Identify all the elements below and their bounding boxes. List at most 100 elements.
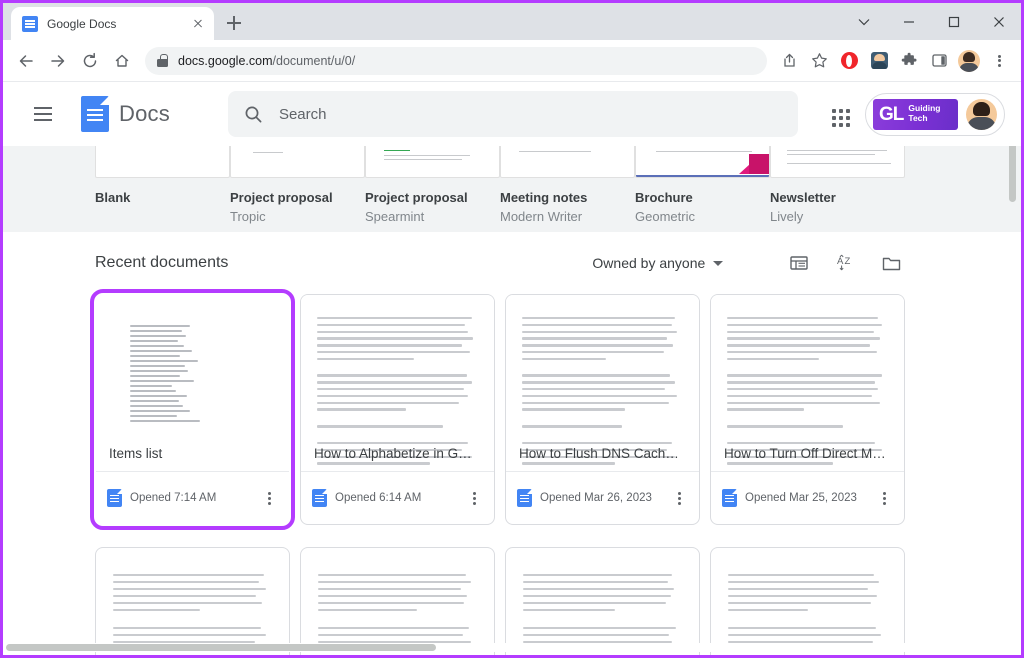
document-title: Items list	[109, 446, 163, 461]
chevron-down-icon	[713, 260, 724, 266]
document-card[interactable]: How to Alphabetize in Go… Opened 6:14 AM	[300, 294, 495, 525]
guiding-tech-mark: GL	[879, 103, 904, 125]
chevron-down-icon[interactable]	[841, 3, 886, 40]
guiding-tech-logo: GL Guiding Tech	[873, 98, 958, 130]
template-card-brochure[interactable]: Brochure Geometric	[635, 146, 770, 232]
document-title: How to Alphabetize in Go…	[314, 446, 476, 461]
document-title: How to Flush DNS Cache …	[519, 446, 681, 461]
header-right-group: GL Guiding Tech	[817, 92, 1005, 136]
template-thumbnail[interactable]	[770, 146, 905, 178]
template-card-meeting-notes[interactable]: Meeting notes Modern Writer	[500, 146, 635, 232]
browser-toolbar: docs.google.com/document/u/0/	[3, 40, 1021, 82]
template-sub: Geometric	[635, 209, 695, 224]
forward-arrow-icon[interactable]	[43, 46, 73, 76]
document-opened-time: Opened 7:14 AM	[130, 492, 217, 504]
document-card[interactable]: How to Turn Off Direct M… Opened Mar 25,…	[710, 294, 905, 525]
recent-toolbar: Recent documents Owned by anyone AZ	[95, 232, 1021, 294]
close-window-icon[interactable]	[976, 3, 1021, 40]
document-more-actions-icon[interactable]	[260, 489, 278, 507]
template-name: Meeting notes	[500, 190, 588, 205]
search-input[interactable]: Search	[279, 106, 327, 123]
template-card-project-proposal-spearmint[interactable]: Project proposal Spearmint	[365, 146, 500, 232]
document-card[interactable]	[300, 547, 495, 655]
document-card[interactable]	[505, 547, 700, 655]
google-apps-grid-icon[interactable]	[817, 94, 857, 134]
template-sub: Tropic	[230, 209, 266, 224]
brand-line-2: Tech	[908, 113, 928, 123]
document-meta: Items list Opened 7:14 AM	[96, 446, 289, 524]
new-tab-button[interactable]	[220, 9, 248, 37]
document-more-actions-icon[interactable]	[670, 489, 688, 507]
template-thumbnail[interactable]	[230, 146, 365, 178]
brochure-baseline	[636, 175, 769, 177]
document-meta: How to Flush DNS Cache … Opened Mar 26, …	[506, 446, 699, 524]
docs-file-icon	[107, 489, 122, 507]
svg-text:Z: Z	[844, 256, 850, 267]
template-thumbnail[interactable]	[95, 146, 230, 178]
minimize-icon[interactable]	[886, 3, 931, 40]
template-thumbnail[interactable]	[635, 146, 770, 178]
template-card-blank[interactable]: Blank	[95, 146, 230, 232]
template-name: Project proposal	[365, 190, 468, 205]
template-sub: Lively	[770, 209, 804, 224]
account-avatar[interactable]	[966, 98, 997, 130]
brochure-shape-square	[749, 154, 769, 174]
horizontal-scrollbar-thumb[interactable]	[6, 644, 436, 651]
bookmark-star-icon[interactable]	[805, 47, 833, 75]
lock-icon	[157, 54, 168, 67]
main-menu-icon[interactable]	[23, 94, 63, 134]
file-picker-folder-icon[interactable]	[879, 251, 903, 275]
document-card[interactable]: Items list Opened 7:14 AM	[90, 289, 295, 530]
docs-file-icon	[517, 489, 532, 507]
product-name: Docs	[119, 101, 170, 126]
owner-filter-dropdown[interactable]: Owned by anyone	[592, 255, 724, 271]
profile-avatar-icon[interactable]	[955, 47, 983, 75]
chrome-menu-icon[interactable]	[985, 47, 1013, 75]
template-thumbnail[interactable]	[365, 146, 500, 178]
document-grid-row-1: Items list Opened 7:14 AM How to Alphabe…	[90, 289, 1021, 530]
tab-strip: Google Docs	[3, 3, 1021, 40]
guiding-tech-text: Guiding Tech	[908, 104, 940, 123]
template-card-newsletter[interactable]: Newsletter Lively	[770, 146, 905, 232]
horizontal-scrollbar[interactable]	[6, 643, 1021, 652]
template-name: Newsletter	[770, 190, 836, 205]
template-name: Project proposal	[230, 190, 333, 205]
document-thumbnail	[301, 295, 494, 471]
document-card[interactable]	[710, 547, 905, 655]
docs-file-icon	[312, 489, 327, 507]
document-more-actions-icon[interactable]	[465, 489, 483, 507]
svg-text:A: A	[837, 256, 844, 267]
home-icon[interactable]	[107, 46, 137, 76]
address-bar[interactable]: docs.google.com/document/u/0/	[145, 46, 767, 75]
sort-az-icon[interactable]: AZ	[833, 251, 857, 275]
share-icon[interactable]	[775, 47, 803, 75]
vertical-scrollbar[interactable]	[1007, 111, 1018, 655]
template-thumbnail[interactable]	[500, 146, 635, 178]
document-card[interactable]	[95, 547, 290, 655]
docs-logo-icon	[81, 96, 109, 132]
close-tab-icon[interactable]	[190, 16, 206, 32]
section-title: Recent documents	[95, 254, 229, 271]
window-controls	[841, 3, 1021, 40]
avatar-extension-icon[interactable]	[865, 47, 893, 75]
template-card-project-proposal-tropic[interactable]: Project proposal Tropic	[230, 146, 365, 232]
back-arrow-icon[interactable]	[11, 46, 41, 76]
side-panel-icon[interactable]	[925, 47, 953, 75]
document-opened-time: Opened Mar 26, 2023	[540, 492, 652, 504]
document-meta: How to Alphabetize in Go… Opened 6:14 AM	[301, 446, 494, 524]
url-text: docs.google.com/document/u/0/	[178, 54, 355, 68]
document-card[interactable]: How to Flush DNS Cache … Opened Mar 26, …	[505, 294, 700, 525]
opera-extension-icon[interactable]	[835, 47, 863, 75]
docs-header: Docs Search GL Guiding Tech	[3, 82, 1021, 146]
extensions-puzzle-icon[interactable]	[895, 47, 923, 75]
document-thumbnail	[96, 295, 289, 471]
maximize-icon[interactable]	[931, 3, 976, 40]
reload-icon[interactable]	[75, 46, 105, 76]
document-more-actions-icon[interactable]	[875, 489, 893, 507]
url-path: /document/u/0/	[272, 53, 356, 68]
search-bar[interactable]: Search	[227, 91, 798, 137]
template-sub: Spearmint	[365, 209, 425, 224]
google-docs-favicon	[22, 15, 38, 32]
browser-tab[interactable]: Google Docs	[11, 7, 214, 40]
list-view-icon[interactable]	[787, 251, 811, 275]
